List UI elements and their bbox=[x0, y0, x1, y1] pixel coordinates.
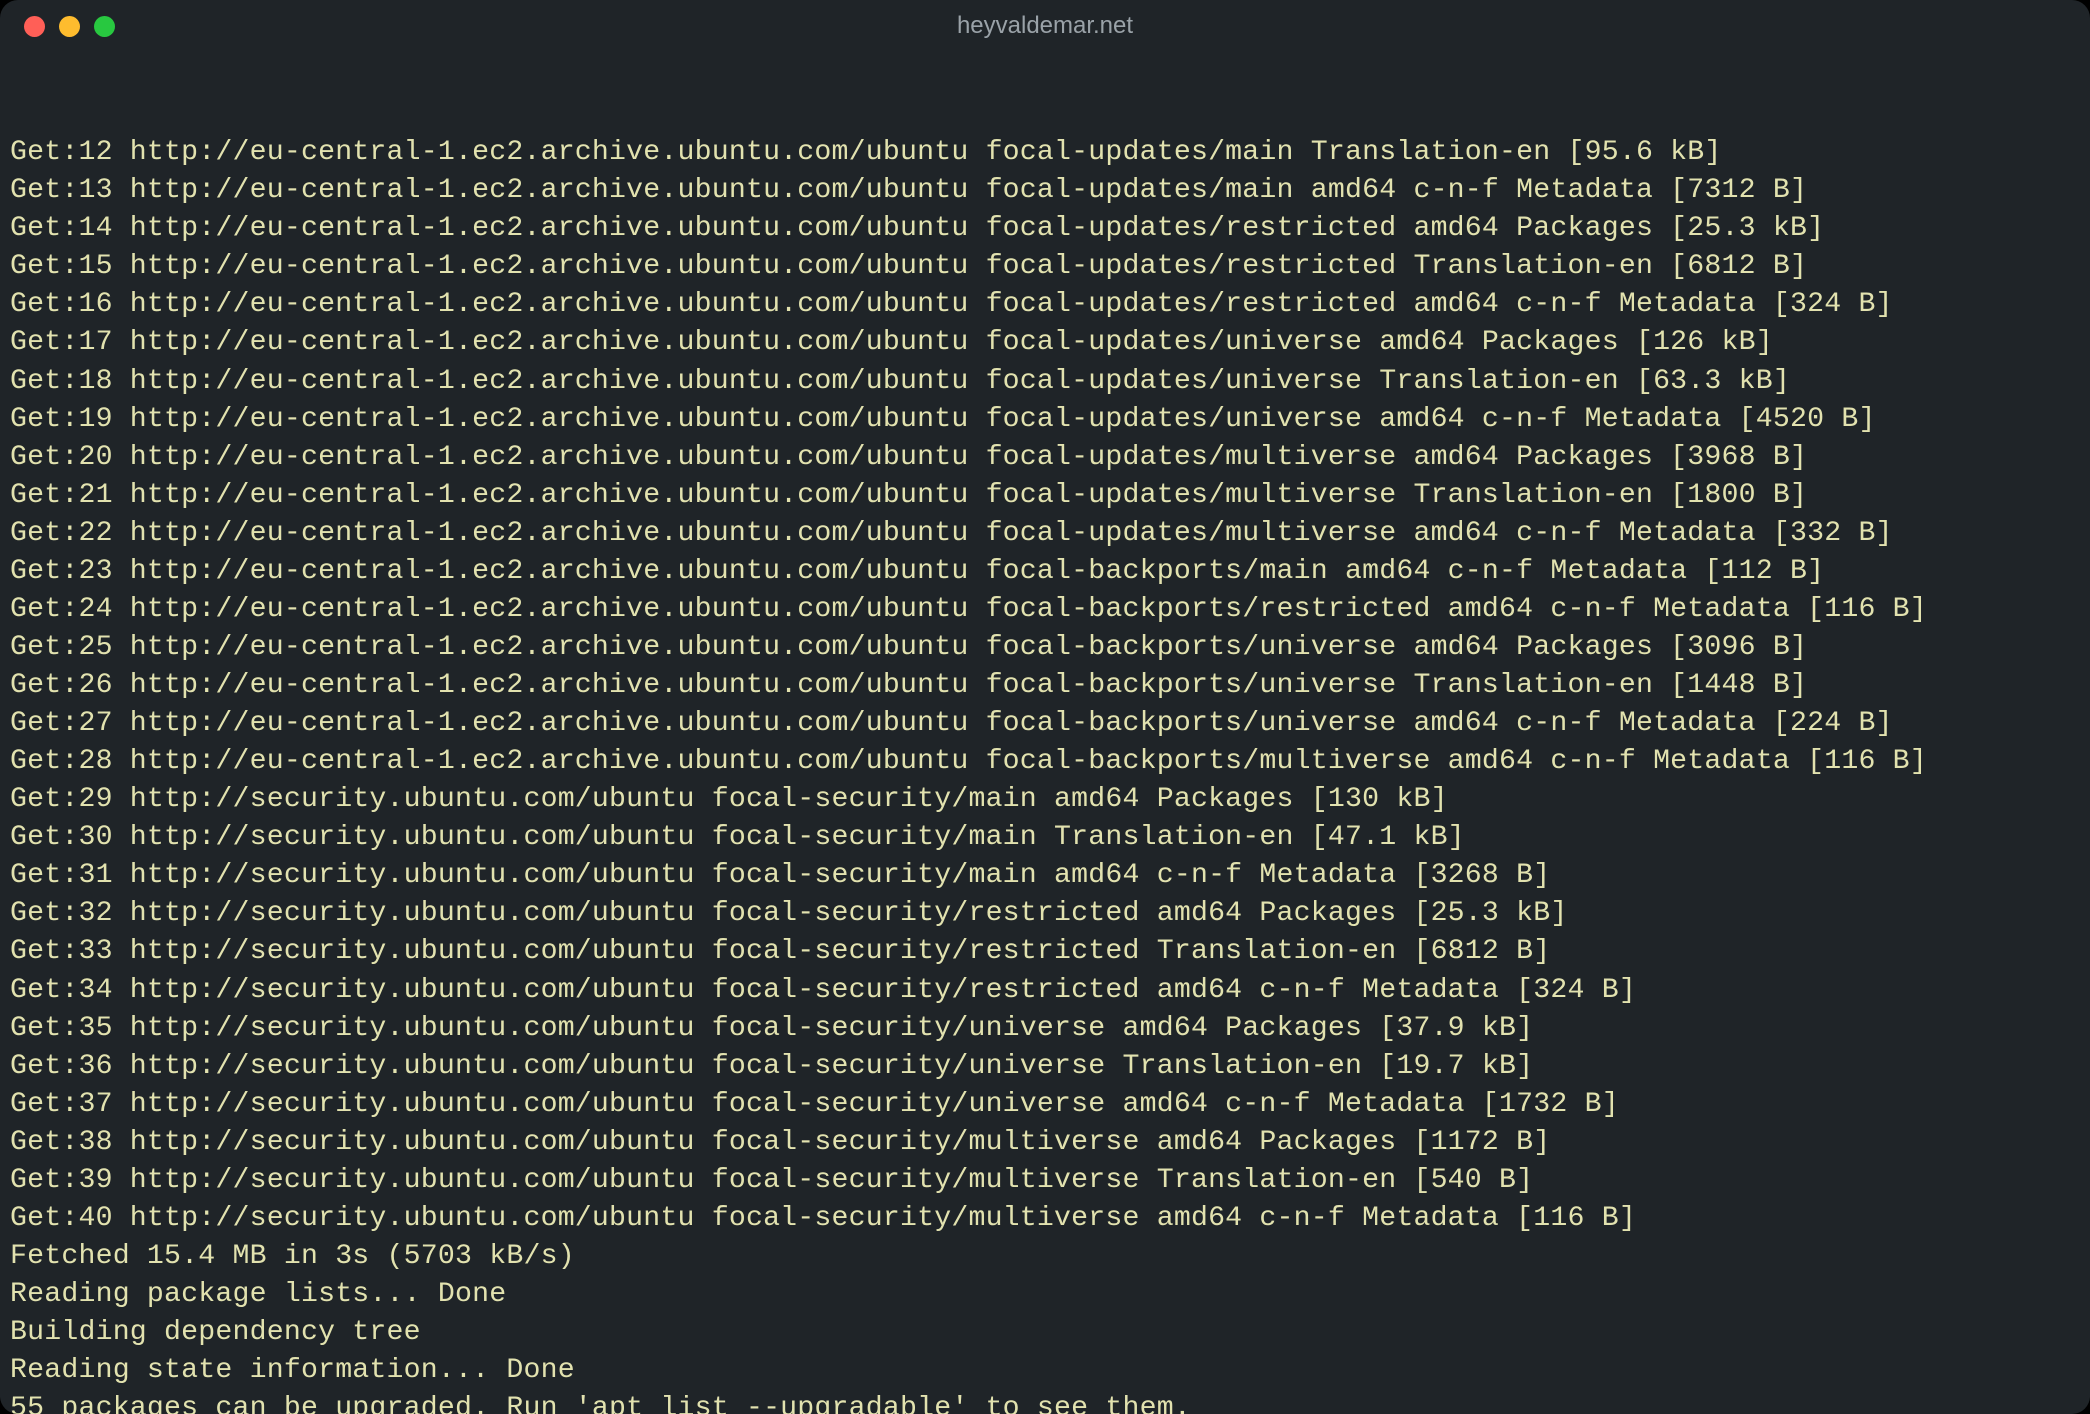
output-line: Get:37 http://security.ubuntu.com/ubuntu… bbox=[10, 1086, 2080, 1124]
output-line: Building dependency tree bbox=[10, 1314, 2080, 1352]
output-line: Get:31 http://security.ubuntu.com/ubuntu… bbox=[10, 857, 2080, 895]
output-line: Get:15 http://eu-central-1.ec2.archive.u… bbox=[10, 248, 2080, 286]
minimize-icon[interactable] bbox=[59, 16, 80, 37]
output-line: Get:39 http://security.ubuntu.com/ubuntu… bbox=[10, 1162, 2080, 1200]
output-line: Reading state information... Done bbox=[10, 1352, 2080, 1390]
output-line: Get:36 http://security.ubuntu.com/ubuntu… bbox=[10, 1048, 2080, 1086]
output-line: Get:18 http://eu-central-1.ec2.archive.u… bbox=[10, 363, 2080, 401]
output-line: Get:13 http://eu-central-1.ec2.archive.u… bbox=[10, 172, 2080, 210]
output-line: Get:26 http://eu-central-1.ec2.archive.u… bbox=[10, 667, 2080, 705]
output-line: Get:32 http://security.ubuntu.com/ubuntu… bbox=[10, 895, 2080, 933]
output-line: Get:24 http://eu-central-1.ec2.archive.u… bbox=[10, 591, 2080, 629]
output-line: Get:40 http://security.ubuntu.com/ubuntu… bbox=[10, 1200, 2080, 1238]
output-line: Get:20 http://eu-central-1.ec2.archive.u… bbox=[10, 439, 2080, 477]
output-line: 55 packages can be upgraded. Run 'apt li… bbox=[10, 1390, 2080, 1414]
terminal-output[interactable]: Get:12 http://eu-central-1.ec2.archive.u… bbox=[0, 52, 2090, 1414]
close-icon[interactable] bbox=[24, 16, 45, 37]
output-line: Get:33 http://security.ubuntu.com/ubuntu… bbox=[10, 933, 2080, 971]
output-line: Get:23 http://eu-central-1.ec2.archive.u… bbox=[10, 553, 2080, 591]
output-line: Fetched 15.4 MB in 3s (5703 kB/s) bbox=[10, 1238, 2080, 1276]
output-line: Get:17 http://eu-central-1.ec2.archive.u… bbox=[10, 324, 2080, 362]
output-line: Get:34 http://security.ubuntu.com/ubuntu… bbox=[10, 972, 2080, 1010]
output-line: Get:28 http://eu-central-1.ec2.archive.u… bbox=[10, 743, 2080, 781]
output-line: Get:25 http://eu-central-1.ec2.archive.u… bbox=[10, 629, 2080, 667]
terminal-window: heyvaldemar.net Get:12 http://eu-central… bbox=[0, 0, 2090, 1414]
output-line: Get:19 http://eu-central-1.ec2.archive.u… bbox=[10, 401, 2080, 439]
output-line: Get:22 http://eu-central-1.ec2.archive.u… bbox=[10, 515, 2080, 553]
output-line: Get:27 http://eu-central-1.ec2.archive.u… bbox=[10, 705, 2080, 743]
titlebar: heyvaldemar.net bbox=[0, 0, 2090, 52]
window-title: heyvaldemar.net bbox=[0, 12, 2090, 40]
output-line: Get:14 http://eu-central-1.ec2.archive.u… bbox=[10, 210, 2080, 248]
output-line: Get:35 http://security.ubuntu.com/ubuntu… bbox=[10, 1010, 2080, 1048]
maximize-icon[interactable] bbox=[94, 16, 115, 37]
window-controls bbox=[24, 16, 115, 37]
output-line: Get:38 http://security.ubuntu.com/ubuntu… bbox=[10, 1124, 2080, 1162]
output-line: Reading package lists... Done bbox=[10, 1276, 2080, 1314]
output-line: Get:16 http://eu-central-1.ec2.archive.u… bbox=[10, 286, 2080, 324]
output-line: Get:12 http://eu-central-1.ec2.archive.u… bbox=[10, 134, 2080, 172]
output-line: Get:21 http://eu-central-1.ec2.archive.u… bbox=[10, 477, 2080, 515]
output-line: Get:30 http://security.ubuntu.com/ubuntu… bbox=[10, 819, 2080, 857]
output-line: Get:29 http://security.ubuntu.com/ubuntu… bbox=[10, 781, 2080, 819]
